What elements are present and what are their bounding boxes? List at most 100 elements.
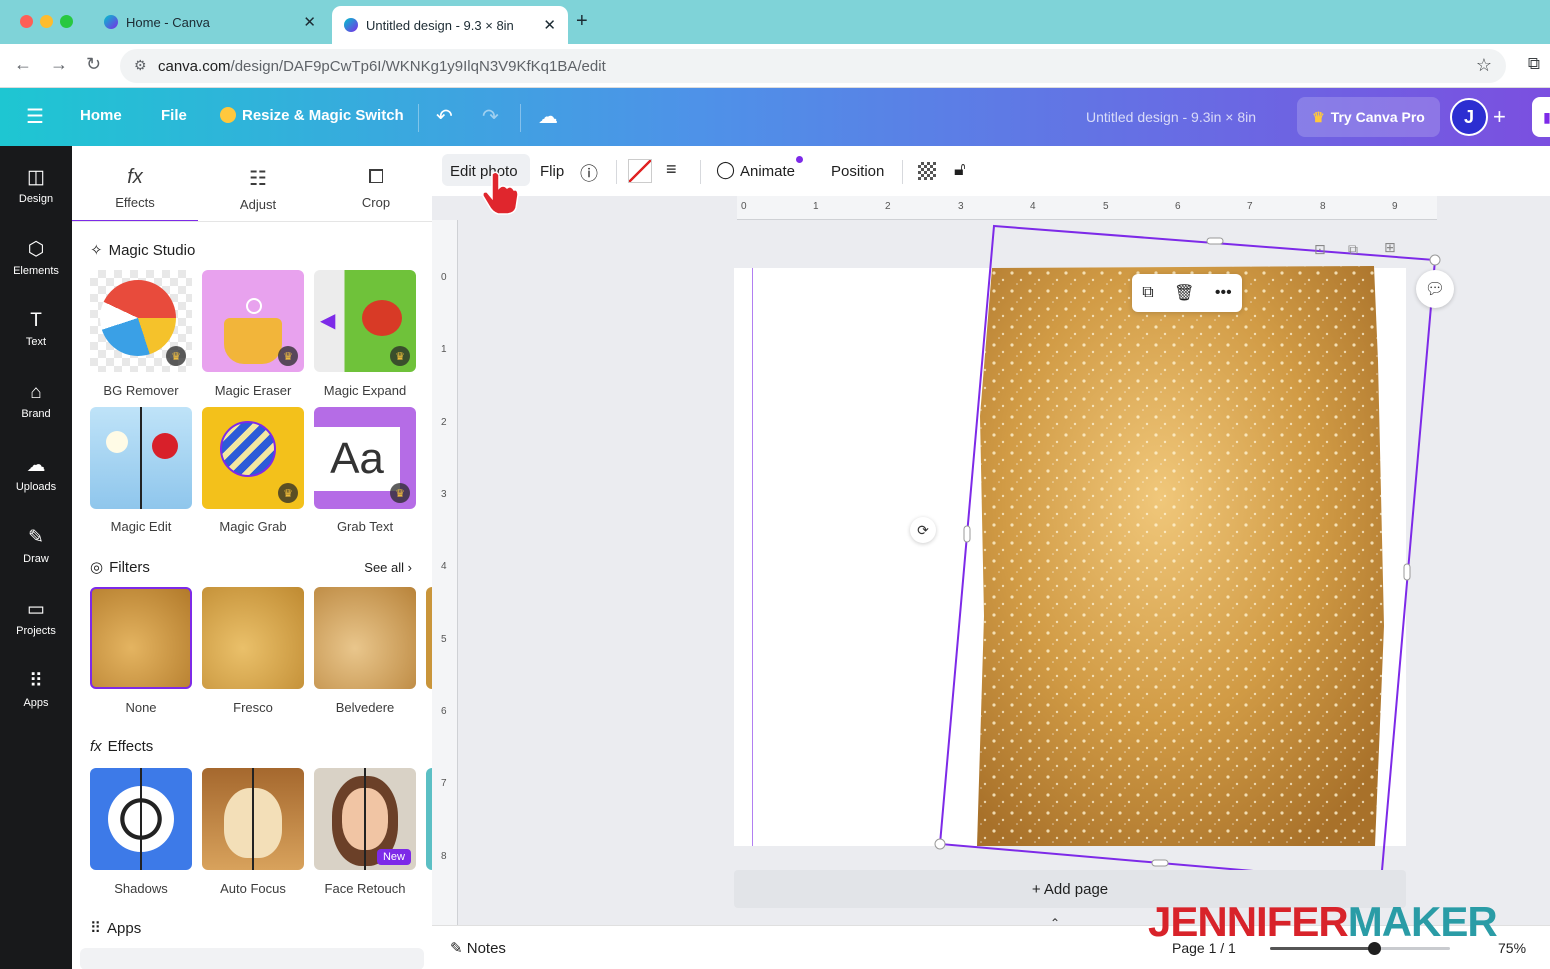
browser-tab-home[interactable]: Home - Canva ✕ bbox=[92, 6, 328, 38]
menu-icon[interactable]: ☰ bbox=[26, 104, 44, 129]
bg-remover-thumb[interactable]: ♛ bbox=[90, 270, 192, 372]
file-button[interactable]: File bbox=[161, 107, 187, 124]
close-tab-icon[interactable]: ✕ bbox=[303, 13, 316, 31]
filter-label: Belvedere bbox=[335, 700, 395, 715]
filter-none[interactable] bbox=[90, 587, 192, 689]
tab-crop[interactable]: ⧠ Crop bbox=[313, 146, 432, 222]
info-icon[interactable]: ⓘ bbox=[580, 160, 598, 186]
tab-effects[interactable]: fx Effects bbox=[72, 146, 198, 222]
chevron-up-icon[interactable]: ⌃ bbox=[1050, 916, 1060, 930]
close-tab-icon[interactable]: ✕ bbox=[543, 16, 556, 34]
magic-edit-thumb[interactable] bbox=[90, 407, 192, 509]
see-all-link[interactable]: See all › bbox=[364, 560, 412, 575]
side-handle[interactable] bbox=[1403, 563, 1411, 581]
animate-button[interactable]: Animate bbox=[740, 163, 795, 180]
magic-item-label: Magic Grab bbox=[219, 519, 287, 534]
insights-button[interactable]: ▮ bbox=[1532, 97, 1550, 137]
close-window-icon[interactable] bbox=[20, 15, 33, 28]
balloon-image bbox=[220, 421, 276, 477]
effect-label: Face Retouch bbox=[324, 881, 406, 896]
grab-text-thumb[interactable]: Aa ♛ bbox=[314, 407, 416, 509]
side-handle[interactable] bbox=[1206, 237, 1224, 245]
trash-icon[interactable]: 🗑︎ bbox=[1174, 283, 1194, 303]
minimize-window-icon[interactable] bbox=[40, 15, 53, 28]
home-button[interactable]: Home bbox=[80, 107, 122, 124]
effect-shadows[interactable] bbox=[90, 768, 192, 870]
resize-magic-switch-button[interactable]: Resize & Magic Switch bbox=[220, 107, 404, 124]
url-path: /design/DAF9pCwTp6I/WKNKg1y9IlqN3V9KfKq1… bbox=[230, 57, 606, 75]
add-element-icon[interactable]: ⊞ bbox=[1384, 240, 1396, 256]
divider bbox=[252, 768, 254, 870]
effect-auto-focus[interactable] bbox=[202, 768, 304, 870]
border-style-icon[interactable]: ≡ bbox=[666, 159, 677, 180]
rail-uploads[interactable]: ☁ Uploads bbox=[0, 454, 72, 493]
resize-handle[interactable] bbox=[1429, 254, 1441, 266]
transparency-icon[interactable] bbox=[918, 162, 936, 180]
glitter-photo-svg[interactable]: ⊡ ⧉ ⊞ bbox=[432, 196, 1550, 969]
rail-apps[interactable]: ⠿ Apps bbox=[0, 670, 72, 709]
magic-expand-thumb[interactable]: ◀ ♛ bbox=[314, 270, 416, 372]
side-handle[interactable] bbox=[963, 525, 971, 543]
filter-label: Fresco bbox=[233, 700, 273, 715]
effect-face-retouch[interactable]: New bbox=[314, 768, 416, 870]
reload-icon[interactable]: ↻ bbox=[86, 54, 101, 75]
resize-handle[interactable] bbox=[934, 838, 946, 850]
eraser-cursor-icon bbox=[246, 298, 262, 314]
section-label: Effects bbox=[107, 738, 154, 755]
bookmark-star-icon[interactable]: ☆ bbox=[1476, 55, 1492, 76]
rail-brand[interactable]: ⌂ Brand bbox=[0, 382, 72, 420]
rail-label: Text bbox=[25, 336, 47, 348]
tab-adjust[interactable]: ☷ Adjust bbox=[195, 146, 321, 222]
url-field[interactable]: ⚙ canva.com/design/DAF9pCwTp6I/WKNKg1y9I… bbox=[120, 49, 1506, 83]
avatar[interactable]: J bbox=[1450, 98, 1488, 136]
position-button[interactable]: Position bbox=[831, 163, 884, 180]
rail-design[interactable]: ◫ Design bbox=[0, 166, 72, 205]
effects-heading: fx Effects bbox=[90, 738, 153, 755]
undo-icon[interactable]: ↶ bbox=[436, 104, 453, 129]
rail-label: Uploads bbox=[15, 481, 57, 493]
notes-button[interactable]: ✎ Notes bbox=[450, 939, 506, 957]
forward-icon[interactable]: → bbox=[50, 54, 68, 75]
duplicate-icon[interactable]: ⧉ bbox=[1142, 284, 1153, 302]
lock-element-icon[interactable]: ⊡ bbox=[1314, 242, 1326, 258]
browser-tab-design[interactable]: Untitled design - 9.3 × 8in ✕ bbox=[332, 6, 568, 44]
crown-icon bbox=[220, 107, 236, 123]
add-comment-icon[interactable]: 💬︎ bbox=[1416, 270, 1454, 308]
url-host: canva.com bbox=[158, 57, 231, 75]
rail-label: Design bbox=[18, 193, 54, 205]
try-canva-pro-button[interactable]: ♛ Try Canva Pro bbox=[1297, 97, 1440, 137]
duplicate-element-icon[interactable]: ⧉ bbox=[1348, 242, 1358, 258]
no-border-color-icon[interactable] bbox=[628, 159, 652, 183]
rail-label: Elements bbox=[13, 265, 59, 277]
arrow-left-icon: ◀ bbox=[320, 310, 336, 332]
rotate-icon[interactable]: ⟳ bbox=[910, 517, 936, 543]
extensions-icon[interactable]: ⧉ bbox=[1528, 54, 1540, 74]
magic-item-label: Grab Text bbox=[336, 519, 394, 534]
lock-icon[interactable]: 🔓︎ bbox=[954, 159, 966, 180]
crown-icon: ♛ bbox=[278, 346, 298, 366]
invite-plus-icon[interactable]: + bbox=[1493, 104, 1506, 130]
filter-belvedere[interactable] bbox=[314, 587, 416, 689]
rail-projects[interactable]: ▭ Projects bbox=[0, 598, 72, 637]
redo-icon[interactable]: ↷ bbox=[482, 104, 499, 129]
document-title[interactable]: Untitled design - 9.3in × 8in bbox=[1086, 109, 1256, 125]
grid-icon: ⠿ bbox=[90, 920, 101, 937]
magic-grab-thumb[interactable]: ♛ bbox=[202, 407, 304, 509]
rail-elements[interactable]: ⬡ Elements bbox=[0, 238, 72, 277]
maximize-window-icon[interactable] bbox=[60, 15, 73, 28]
new-tab-icon[interactable]: + bbox=[576, 10, 588, 33]
filter-fresco[interactable] bbox=[202, 587, 304, 689]
magic-eraser-thumb[interactable]: ♛ bbox=[202, 270, 304, 372]
more-options-icon[interactable]: ••• bbox=[1215, 284, 1232, 302]
zoom-value[interactable]: 75% bbox=[1498, 940, 1526, 956]
back-icon[interactable]: ← bbox=[14, 54, 32, 75]
animate-icon: ◯ bbox=[716, 160, 736, 179]
divider bbox=[364, 768, 366, 870]
cloud-saved-icon[interactable]: ☁ bbox=[538, 104, 558, 129]
rail-text[interactable]: T Text bbox=[0, 310, 72, 348]
rail-draw[interactable]: ✎ Draw bbox=[0, 526, 72, 565]
side-handle[interactable] bbox=[1151, 859, 1169, 867]
flip-button[interactable]: Flip bbox=[540, 163, 564, 180]
zoom-slider[interactable] bbox=[1270, 942, 1450, 955]
site-settings-icon[interactable]: ⚙ bbox=[134, 57, 147, 74]
